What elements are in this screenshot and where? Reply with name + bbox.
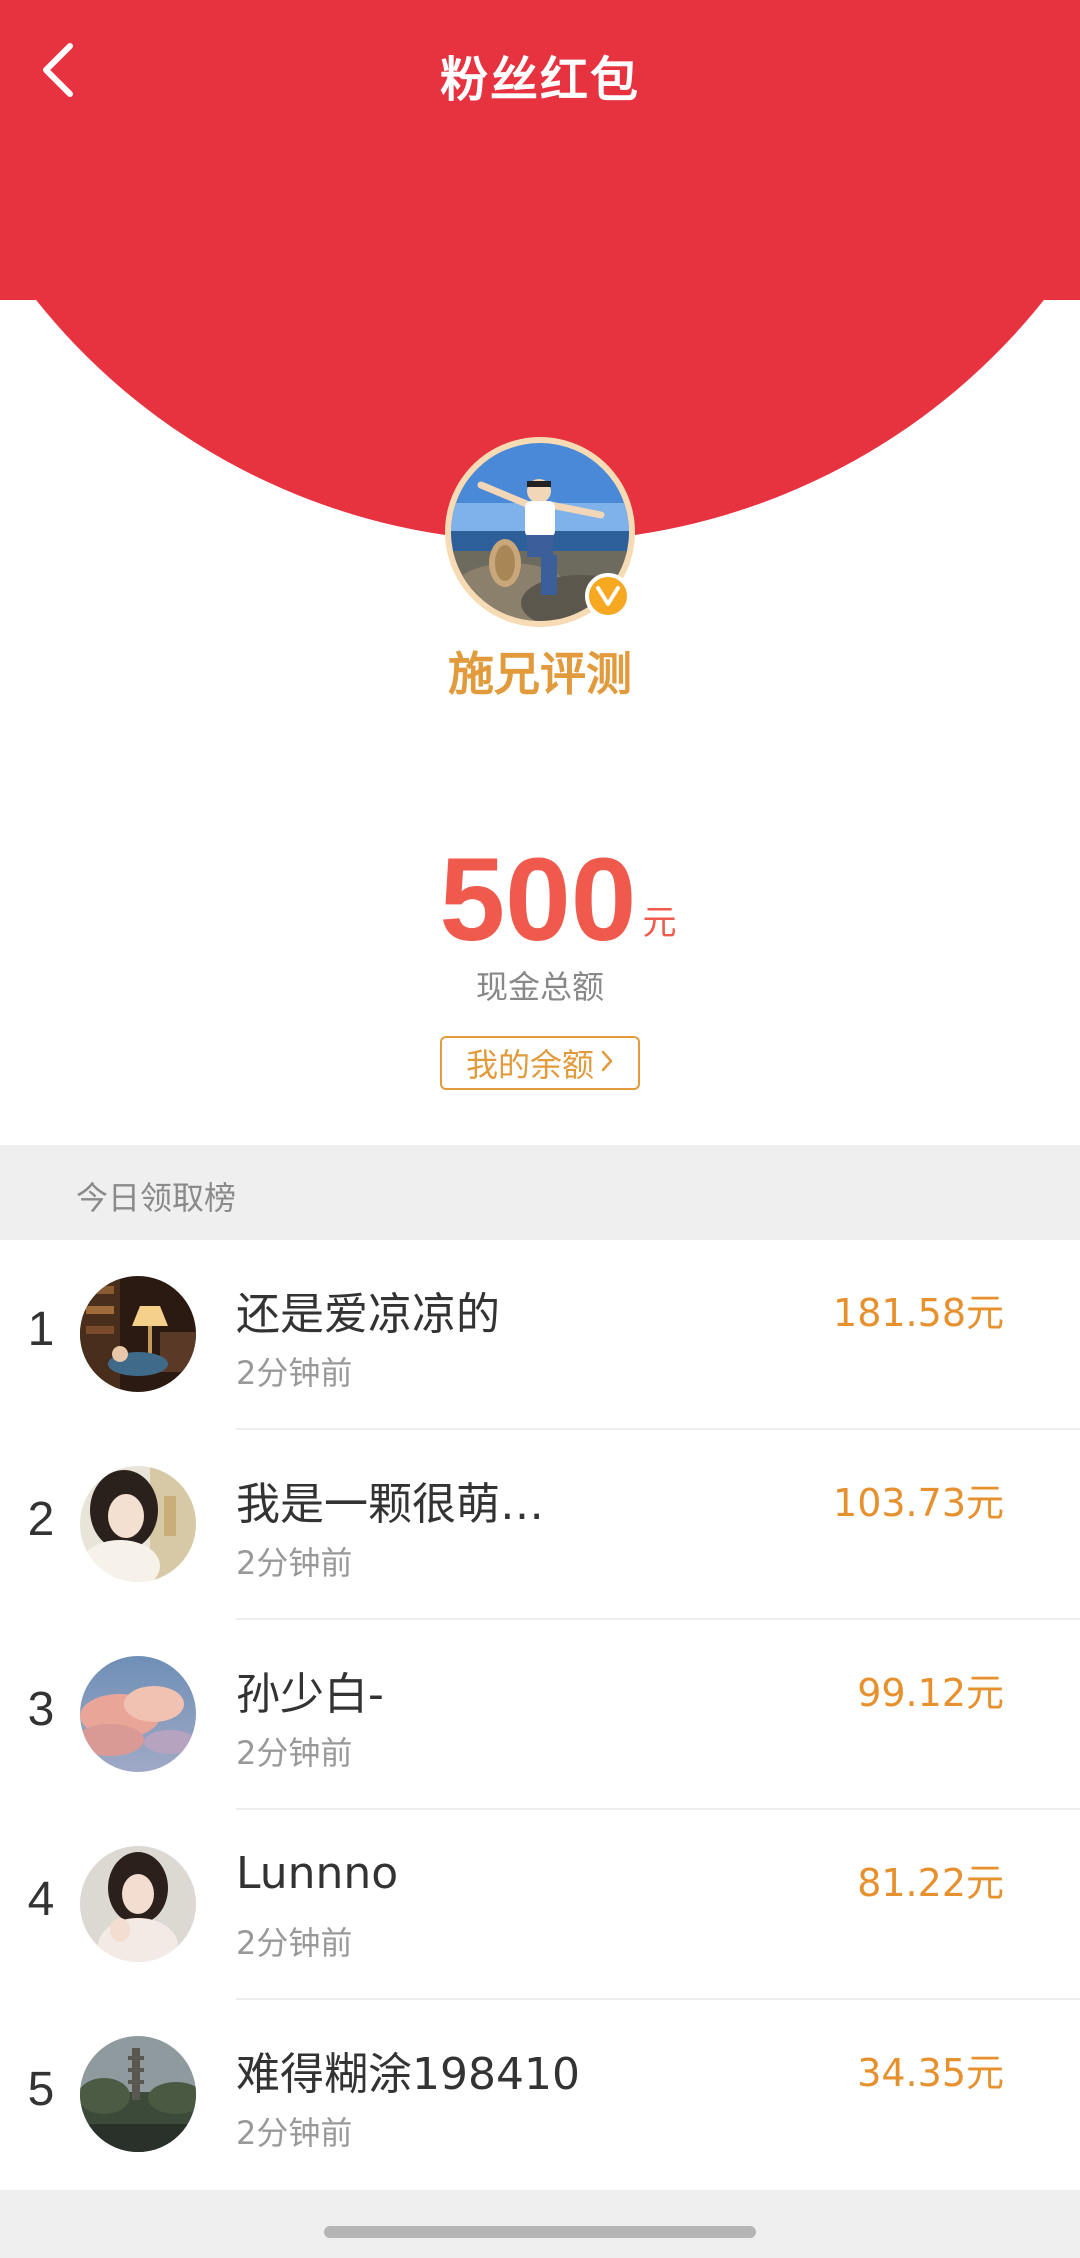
author-avatar[interactable] — [445, 437, 635, 627]
my-balance-label: 我的余额 — [465, 1046, 594, 1084]
my-balance-button[interactable]: 我的余额 — [440, 1036, 640, 1090]
rank-number: 4 — [27, 1873, 55, 1926]
page-title: 粉丝红包 — [439, 52, 640, 108]
total-amount-unit: 元 — [642, 903, 677, 943]
list-item[interactable]: 4 Lunnno 2分钟前 81.22元 — [0, 1810, 1080, 2000]
claim-amount: 34.35元 — [857, 2051, 1004, 2095]
ranking-list: 1 还是爱凉凉的 2分钟前 181.58元 2 我是一颗很萌… 2分钟前 103… — [0, 1240, 1080, 2190]
rank-number: 1 — [27, 1303, 55, 1356]
rank-number: 5 — [27, 2063, 55, 2116]
claim-time: 2分钟前 — [236, 1924, 353, 1962]
list-item[interactable]: 1 还是爱凉凉的 2分钟前 181.58元 — [0, 1240, 1080, 1430]
chevron-right-icon — [600, 1044, 614, 1082]
user-name: 难得糊涂198410 — [236, 2049, 580, 2100]
rank-number: 2 — [27, 1493, 55, 1546]
rank-number: 3 — [27, 1683, 55, 1736]
user-name: Lunnno — [236, 1848, 399, 1899]
list-item[interactable]: 2 我是一颗很萌… 2分钟前 103.73元 — [0, 1430, 1080, 1620]
avatar[interactable] — [80, 1276, 196, 1392]
avatar[interactable] — [80, 1656, 196, 1772]
ranking-title: 今日领取榜 — [76, 1179, 237, 1217]
user-name: 我是一颗很萌… — [236, 1479, 544, 1530]
total-amount-value: 500 — [439, 834, 637, 966]
user-name: 孙少白- — [236, 1669, 384, 1720]
claim-amount: 181.58元 — [833, 1291, 1004, 1335]
ranking-section-header: 今日领取榜 — [0, 1145, 1080, 1240]
home-indicator[interactable] — [324, 2226, 756, 2238]
avatar[interactable] — [80, 2036, 196, 2152]
system-nav-bar — [0, 2190, 1080, 2258]
total-amount-caption: 现金总额 — [475, 968, 604, 1006]
list-item[interactable]: 5 难得糊涂198410 2分钟前 34.35元 — [0, 2000, 1080, 2190]
claim-amount: 81.22元 — [857, 1861, 1004, 1905]
claim-time: 2分钟前 — [236, 1354, 353, 1392]
avatar[interactable] — [80, 1846, 196, 1962]
claim-amount: 99.12元 — [857, 1671, 1004, 1715]
claim-time: 2分钟前 — [236, 1734, 353, 1772]
verified-badge-icon — [585, 573, 631, 619]
claim-amount: 103.73元 — [833, 1481, 1004, 1525]
claim-time: 2分钟前 — [236, 1544, 353, 1582]
claim-time: 2分钟前 — [236, 2114, 353, 2152]
author-name[interactable]: 施兄评测 — [0, 638, 1080, 704]
list-item[interactable]: 3 孙少白- 2分钟前 99.12元 — [0, 1620, 1080, 1810]
total-amount: 500 元 — [0, 840, 1080, 960]
user-name: 还是爱凉凉的 — [236, 1289, 500, 1340]
avatar[interactable] — [80, 1466, 196, 1582]
